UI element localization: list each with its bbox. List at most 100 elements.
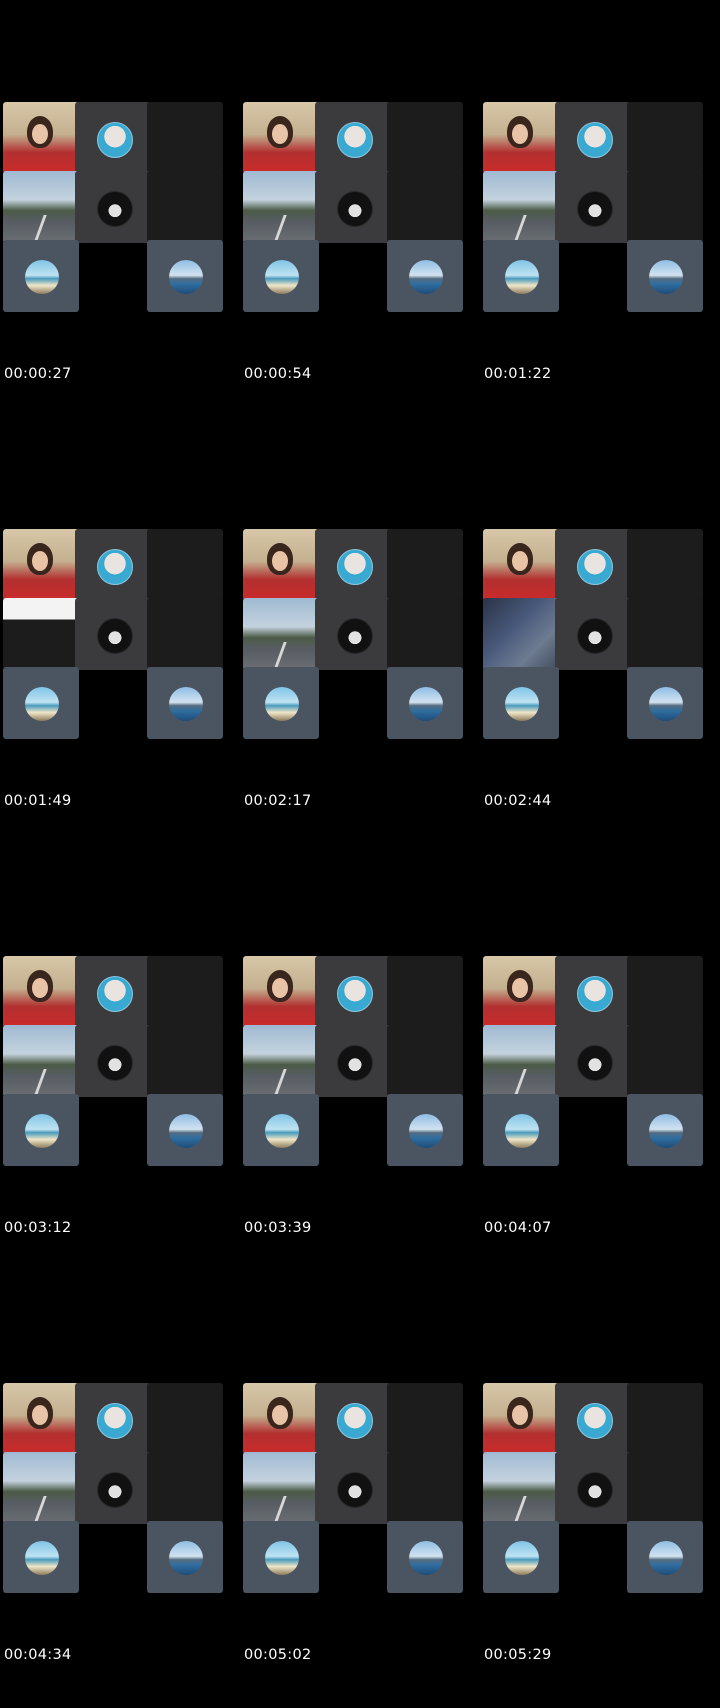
- avatar-tile[interactable]: [627, 240, 703, 312]
- avatar-tile[interactable]: [75, 102, 151, 174]
- avatar-tile[interactable]: [75, 529, 151, 601]
- avatar-tile[interactable]: [483, 240, 559, 312]
- timestamp: 00:05:29: [484, 1647, 552, 1663]
- avatar-tile[interactable]: [147, 240, 223, 312]
- video-tile-road[interactable]: [483, 171, 559, 243]
- video-tile-host[interactable]: [3, 956, 79, 1028]
- city-avatar-icon: [169, 1114, 203, 1148]
- video-tile-host[interactable]: [243, 529, 319, 601]
- avatar-tile[interactable]: [315, 956, 391, 1028]
- avatar-tile[interactable]: [3, 240, 79, 312]
- avatar-tile[interactable]: [555, 102, 631, 174]
- avatar-tile[interactable]: [555, 598, 631, 670]
- video-tile-road[interactable]: [243, 598, 319, 670]
- avatar-tile[interactable]: [483, 1094, 559, 1166]
- avatar-tile[interactable]: [627, 1094, 703, 1166]
- avatar-tile[interactable]: [3, 667, 79, 739]
- person-avatar-icon: [337, 976, 373, 1012]
- avatar-tile[interactable]: [147, 1094, 223, 1166]
- avatar-tile[interactable]: [315, 1383, 391, 1455]
- participant-grid: [483, 529, 717, 751]
- frame-7[interactable]: 00:03:12: [0, 854, 240, 1281]
- avatar-tile[interactable]: [3, 1094, 79, 1166]
- avatar-tile[interactable]: [315, 598, 391, 670]
- video-tile-host[interactable]: [3, 529, 79, 601]
- frame-8[interactable]: 00:03:39: [240, 854, 480, 1281]
- frame-5[interactable]: 00:02:17: [240, 427, 480, 854]
- video-tile-host[interactable]: [483, 102, 559, 174]
- video-tile-road[interactable]: [243, 171, 319, 243]
- video-tile-road[interactable]: [483, 1025, 559, 1097]
- frame-2[interactable]: 00:00:54: [240, 0, 480, 427]
- avatar-tile[interactable]: [555, 171, 631, 243]
- video-tile-host[interactable]: [3, 1383, 79, 1455]
- avatar-tile[interactable]: [243, 1094, 319, 1166]
- city-avatar-icon: [409, 687, 443, 721]
- video-tile-road[interactable]: [243, 1025, 319, 1097]
- city-avatar-icon: [649, 1541, 683, 1575]
- frame-6[interactable]: 00:02:44: [480, 427, 720, 854]
- frame-4[interactable]: 00:01:49: [0, 427, 240, 854]
- logo-avatar-icon: [97, 618, 133, 654]
- avatar-tile[interactable]: [75, 171, 151, 243]
- avatar-tile[interactable]: [627, 1521, 703, 1593]
- avatar-tile[interactable]: [555, 1452, 631, 1524]
- pier-avatar-icon: [265, 260, 299, 294]
- video-tile-road[interactable]: [3, 171, 79, 243]
- avatar-tile[interactable]: [75, 1025, 151, 1097]
- video-tile-road[interactable]: [3, 1452, 79, 1524]
- video-tile-host[interactable]: [243, 956, 319, 1028]
- avatar-tile[interactable]: [555, 1025, 631, 1097]
- avatar-tile[interactable]: [147, 667, 223, 739]
- frame-11[interactable]: 00:05:02: [240, 1281, 480, 1708]
- video-tile-host[interactable]: [243, 1383, 319, 1455]
- avatar-tile[interactable]: [483, 1521, 559, 1593]
- avatar-tile[interactable]: [75, 956, 151, 1028]
- video-tile-road[interactable]: [3, 1025, 79, 1097]
- video-tile-host[interactable]: [483, 529, 559, 601]
- avatar-tile[interactable]: [243, 240, 319, 312]
- avatar-tile[interactable]: [243, 1521, 319, 1593]
- avatar-tile[interactable]: [555, 1383, 631, 1455]
- frame-9[interactable]: 00:04:07: [480, 854, 720, 1281]
- frame-12[interactable]: 00:05:29: [480, 1281, 720, 1708]
- avatar-tile[interactable]: [315, 1452, 391, 1524]
- pier-avatar-icon: [25, 1114, 59, 1148]
- avatar-tile[interactable]: [243, 667, 319, 739]
- avatar-tile[interactable]: [315, 102, 391, 174]
- avatar-tile[interactable]: [315, 171, 391, 243]
- avatar-tile[interactable]: [315, 529, 391, 601]
- avatar-tile[interactable]: [555, 529, 631, 601]
- empty-tile: [147, 1452, 223, 1524]
- avatar-tile[interactable]: [627, 667, 703, 739]
- logo-avatar-icon: [97, 1472, 133, 1508]
- video-tile-host[interactable]: [3, 102, 79, 174]
- video-tile-road[interactable]: [483, 1452, 559, 1524]
- city-avatar-icon: [649, 1114, 683, 1148]
- person-avatar-icon: [337, 549, 373, 585]
- frame-3[interactable]: 00:01:22: [480, 0, 720, 427]
- logo-avatar-icon: [337, 618, 373, 654]
- frame-1[interactable]: 00:00:27: [0, 0, 240, 427]
- empty-tile: [627, 1025, 703, 1097]
- avatar-tile[interactable]: [483, 667, 559, 739]
- avatar-tile[interactable]: [147, 1521, 223, 1593]
- video-tile-host[interactable]: [483, 956, 559, 1028]
- empty-tile: [147, 1025, 223, 1097]
- video-tile-host[interactable]: [243, 102, 319, 174]
- avatar-tile[interactable]: [75, 1452, 151, 1524]
- avatar-tile[interactable]: [387, 1521, 463, 1593]
- video-tile-road[interactable]: [243, 1452, 319, 1524]
- video-tile-road[interactable]: [483, 598, 559, 670]
- avatar-tile[interactable]: [75, 1383, 151, 1455]
- avatar-tile[interactable]: [315, 1025, 391, 1097]
- video-tile-chat[interactable]: [3, 598, 79, 670]
- avatar-tile[interactable]: [387, 1094, 463, 1166]
- avatar-tile[interactable]: [555, 956, 631, 1028]
- avatar-tile[interactable]: [387, 667, 463, 739]
- avatar-tile[interactable]: [75, 598, 151, 670]
- avatar-tile[interactable]: [387, 240, 463, 312]
- video-tile-host[interactable]: [483, 1383, 559, 1455]
- avatar-tile[interactable]: [3, 1521, 79, 1593]
- frame-10[interactable]: 00:04:34: [0, 1281, 240, 1708]
